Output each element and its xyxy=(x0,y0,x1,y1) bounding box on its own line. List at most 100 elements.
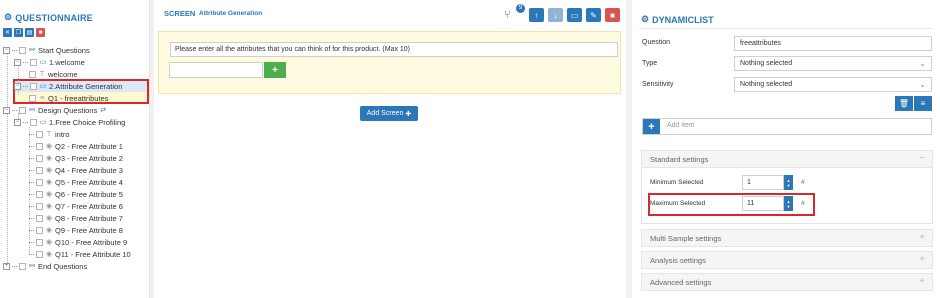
delete-tree-button[interactable]: ■ xyxy=(36,28,45,37)
copy-button[interactable]: ❐ xyxy=(14,28,23,37)
checkbox[interactable] xyxy=(36,178,43,186)
tree-node-end-questions[interactable]: + ⚯ End Questions xyxy=(3,260,87,272)
tree-label: welcome xyxy=(48,69,78,79)
add-screen-label: Add Screen xyxy=(366,110,404,117)
checkbox[interactable] xyxy=(19,46,26,54)
checkbox[interactable] xyxy=(19,262,26,270)
add-item-button[interactable]: + xyxy=(643,119,660,134)
checkbox[interactable] xyxy=(19,106,26,114)
list-action-buttons: 🗑 ≡ xyxy=(895,96,932,111)
tree-node-q11[interactable]: ◉ Q11 - Free Attribute 10 xyxy=(29,248,131,260)
tree-node-welcome[interactable]: T welcome xyxy=(29,68,78,80)
list-view-button[interactable]: ≡ xyxy=(914,96,932,111)
checkbox[interactable] xyxy=(36,202,43,210)
question-field-label: Question xyxy=(642,39,671,46)
add-screen-button[interactable]: Add Screen ✚ xyxy=(360,106,418,121)
checkbox[interactable] xyxy=(29,94,36,102)
tree-label: 2.Attribute Generation xyxy=(49,81,123,91)
questionnaire-title-text: QUESTIONNAIRE xyxy=(15,12,93,23)
tree-node-q6[interactable]: ◉ Q6 - Free Attribute 5 xyxy=(29,188,123,200)
plus-circle-icon: ✚ xyxy=(405,110,412,118)
branch-count-badge: 9 xyxy=(516,4,525,13)
tree-node-q1[interactable]: ≡ Q1 - freeattributes xyxy=(29,92,108,104)
checkbox[interactable] xyxy=(29,70,36,78)
checkbox[interactable] xyxy=(30,118,37,126)
tree-node-start-questions[interactable]: − ⚯ Start Questions xyxy=(3,44,90,56)
tree-label: Q5 - Free Attribute 4 xyxy=(55,177,123,187)
move-down-button[interactable]: ↓ xyxy=(548,8,563,22)
tree-label: Q10 - Free Attribute 9 xyxy=(55,237,128,247)
standard-settings-header[interactable]: Standard settings − xyxy=(641,150,933,168)
screen-name: Attribute Generation xyxy=(199,10,263,17)
questionnaire-panel: ⚙ QUESTIONNAIRE ✕ ❐ ▤ ■ − ⚯ Start Questi… xyxy=(0,0,150,298)
min-selected-input[interactable]: 1 xyxy=(742,175,784,190)
eye-icon: ◉ xyxy=(45,251,53,258)
question-name-input[interactable]: freeattributes xyxy=(734,36,932,51)
tree-node-welcome-screen[interactable]: − ▭ 1.welcome xyxy=(14,56,85,68)
tree-label: Start Questions xyxy=(38,45,90,55)
answer-input[interactable] xyxy=(169,62,263,78)
checkbox[interactable] xyxy=(36,130,43,138)
tree-node-attribute-generation[interactable]: − ▭ 2.Attribute Generation xyxy=(14,80,122,92)
cogs-icon: ⚙ xyxy=(641,14,650,24)
advanced-settings-header[interactable]: Advanced settings + xyxy=(641,273,933,291)
tree-node-design-questions[interactable]: − ⚯ Design Questions ⇄ xyxy=(3,104,107,116)
sensitivity-select[interactable]: Nothing selected ⌄ xyxy=(734,77,932,92)
tree-node-intro[interactable]: T intro xyxy=(29,128,70,140)
chevron-down-icon: ⌄ xyxy=(919,80,926,89)
question-card: Please enter all the attributes that you… xyxy=(158,31,621,94)
standard-settings-label: Standard settings xyxy=(650,155,709,164)
add-item-input[interactable]: Add item xyxy=(667,122,695,129)
edit-button[interactable]: ✎ xyxy=(586,8,601,22)
eye-icon: ◉ xyxy=(45,167,53,174)
min-selected-stepper[interactable]: ▲ ▼ xyxy=(784,175,793,190)
checkbox[interactable] xyxy=(30,82,37,90)
checkbox[interactable] xyxy=(36,154,43,162)
add-answer-button[interactable]: + xyxy=(264,62,286,78)
checkbox[interactable] xyxy=(36,214,43,222)
move-up-button[interactable]: ↑ xyxy=(529,8,544,22)
screen-editor: SCREEN Attribute Generation ⑂ 9 ↑ ↓ ▭ ✎ … xyxy=(154,0,626,298)
checkbox[interactable] xyxy=(36,226,43,234)
tree-label: 1.welcome xyxy=(49,57,85,67)
tree-label: Q7 - Free Attribute 6 xyxy=(55,201,123,211)
question-text[interactable]: Please enter all the attributes that you… xyxy=(170,42,618,57)
tree-node-free-choice-profiling[interactable]: − ▭ 1.Free Choice Profiling xyxy=(14,116,125,128)
monitor-icon: ▭ xyxy=(39,119,47,126)
dynamiclist-title: ⚙ DYNAMICLIST xyxy=(641,14,714,25)
preview-button[interactable]: ▭ xyxy=(567,8,582,22)
tree-node-q9[interactable]: ◉ Q9 - Free Attribute 8 xyxy=(29,224,123,236)
tree-node-q3[interactable]: ◉ Q3 - Free Attribute 2 xyxy=(29,152,123,164)
tree-toolbar: ✕ ❐ ▤ ■ xyxy=(3,28,45,37)
checkbox[interactable] xyxy=(36,238,43,246)
type-select[interactable]: Nothing selected ⌄ xyxy=(734,56,932,71)
checkbox[interactable] xyxy=(36,250,43,258)
screen-toolbar: ↑ ↓ ▭ ✎ ■ xyxy=(529,8,620,22)
tree-node-q8[interactable]: ◉ Q8 - Free Attribute 7 xyxy=(29,212,123,224)
tree-node-q2[interactable]: ◉ Q2 - Free Attribute 1 xyxy=(29,140,123,152)
close-tree-button[interactable]: ✕ xyxy=(3,28,12,37)
paste-button[interactable]: ▤ xyxy=(25,28,34,37)
checkbox[interactable] xyxy=(36,142,43,150)
collapse-icon: − xyxy=(919,153,925,164)
tree-node-q5[interactable]: ◉ Q5 - Free Attribute 4 xyxy=(29,176,123,188)
delete-screen-button[interactable]: ■ xyxy=(605,8,620,22)
checkbox[interactable] xyxy=(36,166,43,174)
multi-sample-settings-header[interactable]: Multi Sample settings + xyxy=(641,229,933,247)
trash-button[interactable]: 🗑 xyxy=(895,96,913,111)
analysis-settings-header[interactable]: Analysis settings + xyxy=(641,251,933,269)
checkbox[interactable] xyxy=(36,190,43,198)
multi-sample-label: Multi Sample settings xyxy=(650,234,722,243)
eye-icon: ◉ xyxy=(45,191,53,198)
expand-icon: + xyxy=(919,232,925,243)
eye-icon: ◉ xyxy=(45,215,53,222)
tree-node-q4[interactable]: ◉ Q4 - Free Attribute 3 xyxy=(29,164,123,176)
type-field-label: Type xyxy=(642,60,658,67)
tree-node-q7[interactable]: ◉ Q7 - Free Attribute 6 xyxy=(29,200,123,212)
checkbox[interactable] xyxy=(30,58,37,66)
expand-icon: + xyxy=(919,254,925,265)
min-selected-label: Minimum Selected xyxy=(650,179,704,186)
tree-label: Q2 - Free Attribute 1 xyxy=(55,141,123,151)
monitor-icon: ▭ xyxy=(39,59,47,66)
tree-node-q10[interactable]: ◉ Q10 - Free Attribute 9 xyxy=(29,236,127,248)
